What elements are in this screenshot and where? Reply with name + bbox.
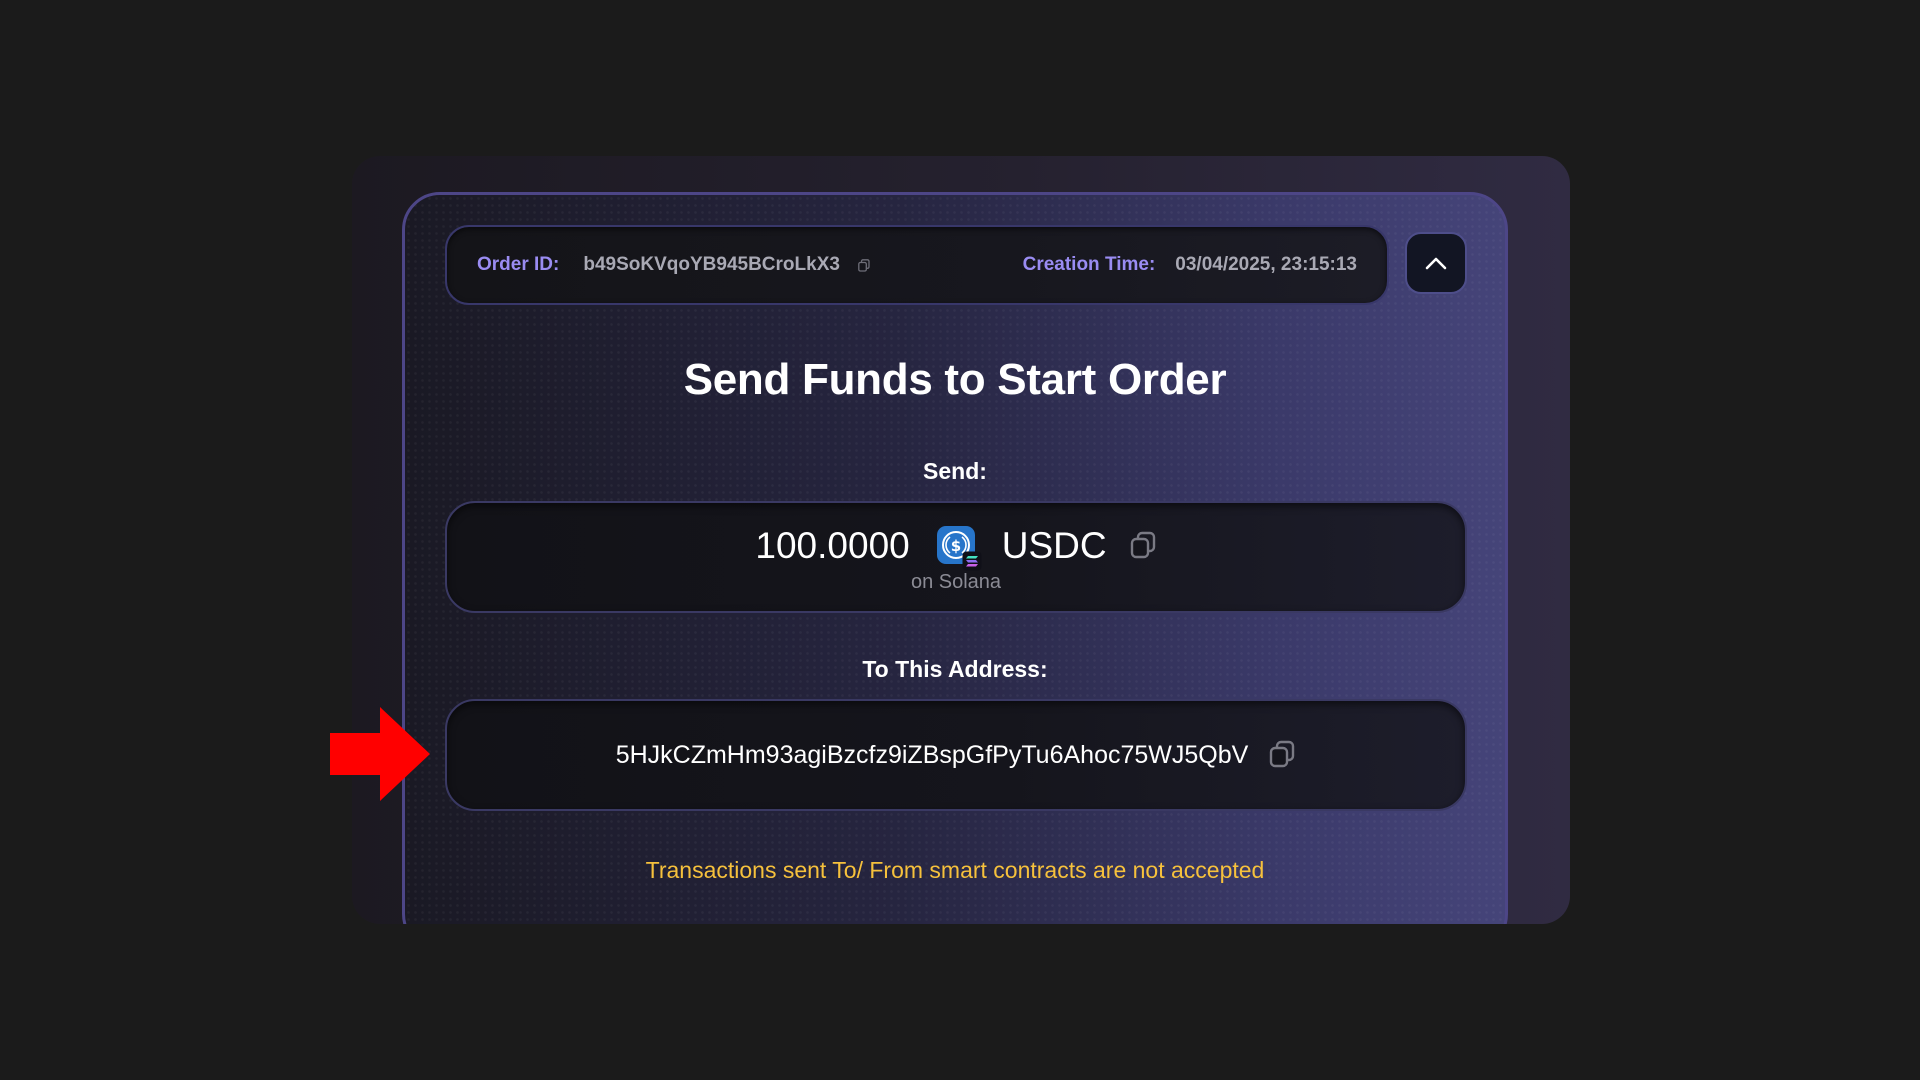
order-card: Order ID: b49SoKVqoYB945BCroLkX3 Creatio… bbox=[402, 192, 1508, 924]
order-id-label: Order ID: bbox=[477, 254, 560, 275]
address-label: To This Address: bbox=[862, 656, 1048, 682]
screen: Order ID: b49SoKVqoYB945BCroLkX3 Creatio… bbox=[0, 0, 1920, 1080]
page-title: Send Funds to Start Order bbox=[683, 355, 1227, 404]
svg-text:$: $ bbox=[951, 537, 961, 555]
copy-amount-icon[interactable] bbox=[1129, 531, 1157, 561]
collapse-button[interactable] bbox=[1405, 232, 1467, 294]
creation-time-value: 03/04/2025, 23:15:13 bbox=[1175, 254, 1357, 275]
copy-order-id-icon[interactable] bbox=[858, 259, 870, 272]
send-amount-box: 100.0000 $ USDC on Solana bbox=[445, 501, 1467, 613]
order-id-value: b49SoKVqoYB945BCroLkX3 bbox=[583, 254, 840, 275]
order-panel: Order ID: b49SoKVqoYB945BCroLkX3 Creatio… bbox=[352, 156, 1570, 924]
solana-icon bbox=[962, 551, 982, 571]
order-header: Order ID: b49SoKVqoYB945BCroLkX3 Creatio… bbox=[445, 225, 1389, 305]
creation-time-label: Creation Time: bbox=[1022, 254, 1156, 275]
smart-contract-warning: Transactions sent To/ From smart contrac… bbox=[645, 857, 1265, 883]
chain-note: on Solana bbox=[910, 571, 1002, 593]
send-token: USDC bbox=[1001, 525, 1107, 566]
deposit-address[interactable]: 5HJkCZmHm93agiBzcfz9iZBspGfPyTu6Ahoc75WJ… bbox=[616, 741, 1249, 770]
chevron-up-icon bbox=[1425, 257, 1447, 270]
copy-address-icon[interactable] bbox=[1268, 740, 1296, 770]
address-box: 5HJkCZmHm93agiBzcfz9iZBspGfPyTu6Ahoc75WJ… bbox=[445, 699, 1467, 811]
usdc-icon: $ bbox=[936, 525, 982, 571]
send-label: Send: bbox=[923, 458, 987, 484]
send-amount: 100.0000 bbox=[755, 525, 910, 566]
red-arrow-annotation-icon bbox=[330, 707, 430, 801]
